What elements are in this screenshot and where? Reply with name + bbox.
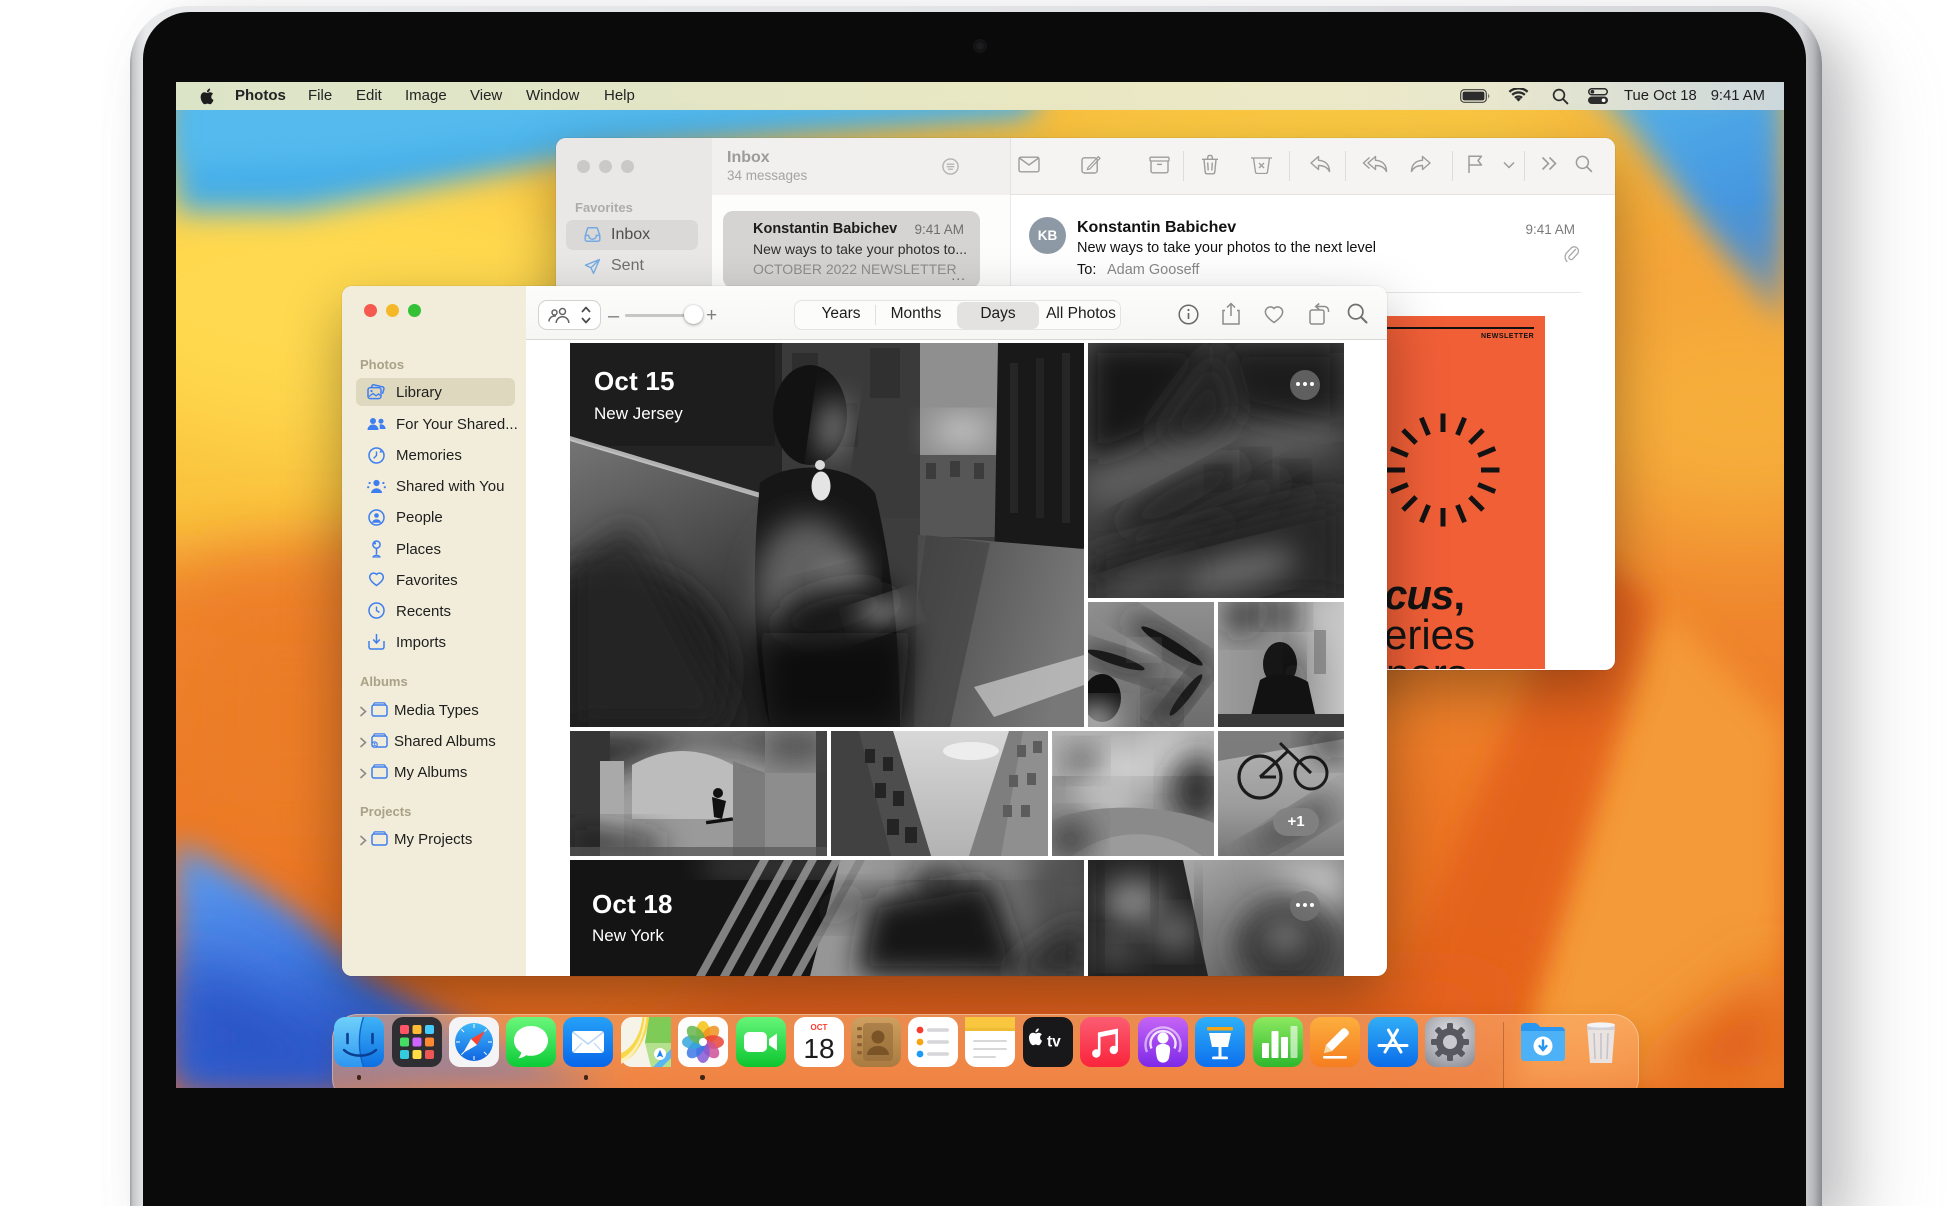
svg-text:OCT: OCT <box>811 1023 828 1032</box>
svg-text:tv: tv <box>1047 1034 1061 1051</box>
svg-text:18: 18 <box>803 1033 834 1064</box>
